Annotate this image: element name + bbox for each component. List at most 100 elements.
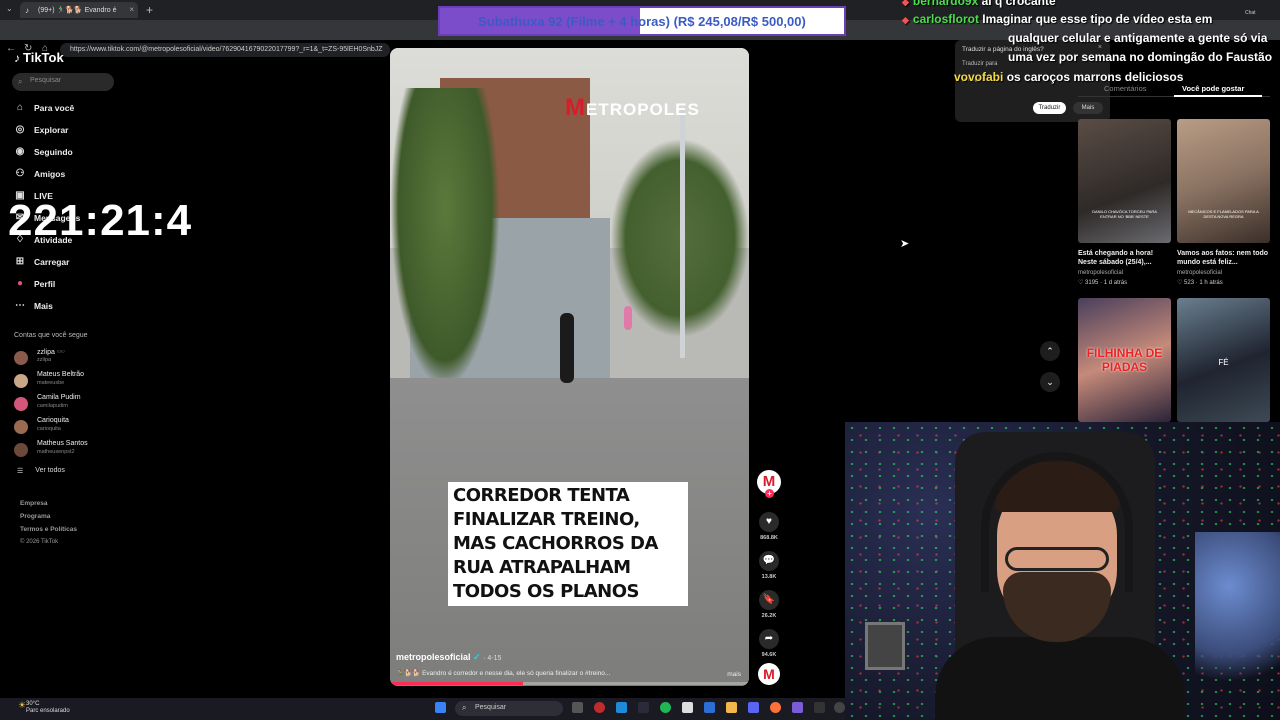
avatar bbox=[14, 351, 28, 365]
sound-disc-button[interactable]: M bbox=[758, 663, 780, 685]
video-player[interactable]: METROPOLES Corredor tenta finalizar trei… bbox=[390, 48, 749, 686]
followed-account[interactable]: Camila Pudim camilapudim bbox=[14, 394, 124, 414]
share-count: 94.6K bbox=[761, 652, 777, 658]
card-age: · 1 d atrás bbox=[1100, 280, 1128, 286]
chat-text: uma vez por semana no domingão do Faustã… bbox=[1008, 50, 1273, 64]
creator-avatar-button[interactable]: M + bbox=[757, 470, 781, 498]
edge-browser-icon[interactable] bbox=[616, 702, 627, 713]
file-explorer-icon[interactable] bbox=[726, 702, 737, 713]
share-button[interactable]: ➦ 94.6K bbox=[757, 629, 781, 658]
translate-more-button[interactable]: Mais bbox=[1073, 102, 1103, 114]
browser-tab-active[interactable]: ♪ (99+) 🏃‍♂️🐕🐕 Evandro é × bbox=[20, 2, 138, 18]
taskbar-search[interactable]: ⌕ Pesquisar bbox=[455, 701, 563, 716]
footer-link[interactable]: Termos e Políticas bbox=[20, 526, 77, 533]
stream-clock-overlay: 221:21:4 bbox=[8, 196, 193, 245]
avatar bbox=[14, 397, 28, 411]
chat-message: uma vez por semana no domingão do Faustã… bbox=[1008, 50, 1272, 64]
chat-user: vovofabi bbox=[954, 70, 1004, 84]
sidebar-item-label: Perfil bbox=[34, 278, 56, 289]
translate-button[interactable]: Traduzir bbox=[1033, 102, 1066, 114]
profile-icon: ● bbox=[16, 278, 24, 289]
like-count: 868.8K bbox=[760, 535, 778, 541]
video-description: 🏃‍♂️🐕🐕 Evandro é corredor e nesse dia, e… bbox=[396, 670, 611, 677]
taskbar-search-label: Pesquisar bbox=[475, 704, 507, 711]
webcam-shelf-toys bbox=[1195, 532, 1280, 712]
comment-button[interactable]: 💬 13.8K bbox=[757, 551, 781, 580]
sidebar-item-para-voce[interactable]: ⌂ Para você bbox=[14, 102, 74, 113]
sidebar-item-explorar[interactable]: ◎ Explorar bbox=[14, 124, 69, 135]
tiktok-logo[interactable]: ♪ TikTok bbox=[14, 50, 64, 65]
video-progress-bar[interactable] bbox=[390, 682, 749, 685]
thumbnail-caption: FILHINHA DE PIADAS bbox=[1086, 346, 1163, 374]
card-likes: ♡ 523 bbox=[1177, 280, 1195, 286]
followed-account[interactable]: Carioquita carioquita bbox=[14, 417, 124, 437]
discord-icon[interactable] bbox=[792, 702, 803, 713]
chat-text: os caroços marrons deliciosos bbox=[1006, 70, 1184, 84]
chevron-up-icon: ⌃ bbox=[1046, 346, 1054, 356]
chat-message: ◆ carlosflorot Imaginar que esse tipo de … bbox=[902, 12, 1212, 26]
card-source[interactable]: metropolesoficial bbox=[1177, 270, 1270, 276]
app-icon[interactable] bbox=[594, 702, 605, 713]
firefox-icon[interactable] bbox=[770, 702, 781, 713]
sidebar-item-perfil[interactable]: ● Perfil bbox=[14, 278, 55, 289]
previous-video-button[interactable]: ⌃ bbox=[1040, 341, 1060, 361]
sidebar-item-seguindo[interactable]: ◉ Seguindo bbox=[14, 146, 73, 157]
video-progress-fill bbox=[390, 682, 523, 685]
footer-link[interactable]: Programa bbox=[20, 513, 50, 520]
app-icon[interactable] bbox=[748, 702, 759, 713]
more-link[interactable]: mais bbox=[727, 671, 741, 678]
recommended-video-card[interactable]: MECÂNICOS E FLANELADOS PARA A DESTA NOVA… bbox=[1177, 119, 1270, 286]
author-name: metropolesoficial bbox=[396, 652, 471, 662]
app-icon[interactable] bbox=[834, 702, 845, 713]
see-all-link[interactable]: ☰ Ver todos bbox=[17, 467, 65, 475]
card-likes: ♡ 3195 bbox=[1078, 280, 1099, 286]
followed-account[interactable]: Matheus Santos matheusenpst2 bbox=[14, 440, 124, 460]
card-stats: ♡ 3195 · 1 d atrás bbox=[1078, 279, 1171, 286]
sidebar-item-mais[interactable]: ⋯ Mais bbox=[14, 300, 53, 311]
webcam-feed bbox=[845, 422, 1280, 720]
account-handle: carioquita bbox=[37, 426, 61, 432]
tiktok-note-icon: ♪ bbox=[14, 50, 20, 65]
sidebar-item-label: Amigos bbox=[34, 168, 66, 179]
sidebar-item-label: Explorar bbox=[34, 124, 69, 135]
account-name: Mateus Beltrão bbox=[37, 371, 85, 378]
friends-icon: ⚇ bbox=[15, 168, 25, 179]
weather-widget[interactable]: ☀ 30°C Parc ensolarado bbox=[18, 701, 70, 715]
sidebar-search-input[interactable]: ⌕ Pesquisar bbox=[12, 73, 114, 91]
recommended-video-card[interactable]: DANILO CHAVÓCA TORCEU PARA ENTRAR NO 'BB… bbox=[1078, 119, 1171, 286]
see-all-label: Ver todos bbox=[35, 467, 65, 474]
recommended-video-card[interactable]: FÉ bbox=[1177, 298, 1270, 422]
weather-condition: Parc ensolarado bbox=[26, 708, 70, 714]
windows-taskbar bbox=[0, 698, 845, 720]
chat-badge-icon: ◆ bbox=[902, 0, 909, 7]
video-author[interactable]: metropolesoficial ✓ · 4-15 bbox=[396, 652, 501, 663]
new-tab-button[interactable]: + bbox=[146, 3, 153, 17]
subathon-banner: Subathuxa 92 (Filme + 4 horas) (R$ 245,0… bbox=[438, 6, 846, 36]
windows-start-icon[interactable] bbox=[435, 702, 446, 713]
compass-icon: ◎ bbox=[15, 124, 25, 135]
url-field[interactable]: https://www.tiktok.com/@metropolesoficia… bbox=[60, 43, 390, 57]
favorite-button[interactable]: 🔖 26.2K bbox=[757, 590, 781, 619]
account-handle: zzlipa bbox=[37, 357, 52, 363]
followed-account[interactable]: zzlipa 🕶️ zzlipa bbox=[14, 348, 124, 368]
sidebar-item-amigos[interactable]: ⚇ Amigos bbox=[14, 168, 66, 179]
like-button[interactable]: ♥ 868.8K bbox=[757, 512, 781, 541]
app-icon[interactable] bbox=[814, 702, 825, 713]
spotify-icon[interactable] bbox=[660, 702, 671, 713]
close-tab-icon[interactable]: × bbox=[129, 5, 134, 14]
sidebar-item-carregar[interactable]: ⊞ Carregar bbox=[14, 256, 70, 267]
footer-link[interactable]: Empresa bbox=[20, 500, 47, 507]
app-icon[interactable] bbox=[704, 702, 715, 713]
card-source[interactable]: metropolesoficial bbox=[1078, 270, 1171, 276]
next-video-button[interactable]: ⌄ bbox=[1040, 372, 1060, 392]
weather-temp: 30°C bbox=[26, 701, 40, 707]
task-view-icon[interactable] bbox=[572, 702, 583, 713]
tab-list-icon[interactable]: ⌄ bbox=[6, 4, 13, 13]
app-icon[interactable] bbox=[638, 702, 649, 713]
app-icon[interactable] bbox=[682, 702, 693, 713]
video-thumbnail: FÉ bbox=[1177, 298, 1270, 422]
followed-account[interactable]: Mateus Beltrão mateeusbe bbox=[14, 371, 124, 391]
recommended-video-card[interactable]: FILHINHA DE PIADAS bbox=[1078, 298, 1171, 422]
avatar bbox=[14, 374, 28, 388]
follow-plus-icon[interactable]: + bbox=[765, 489, 774, 498]
